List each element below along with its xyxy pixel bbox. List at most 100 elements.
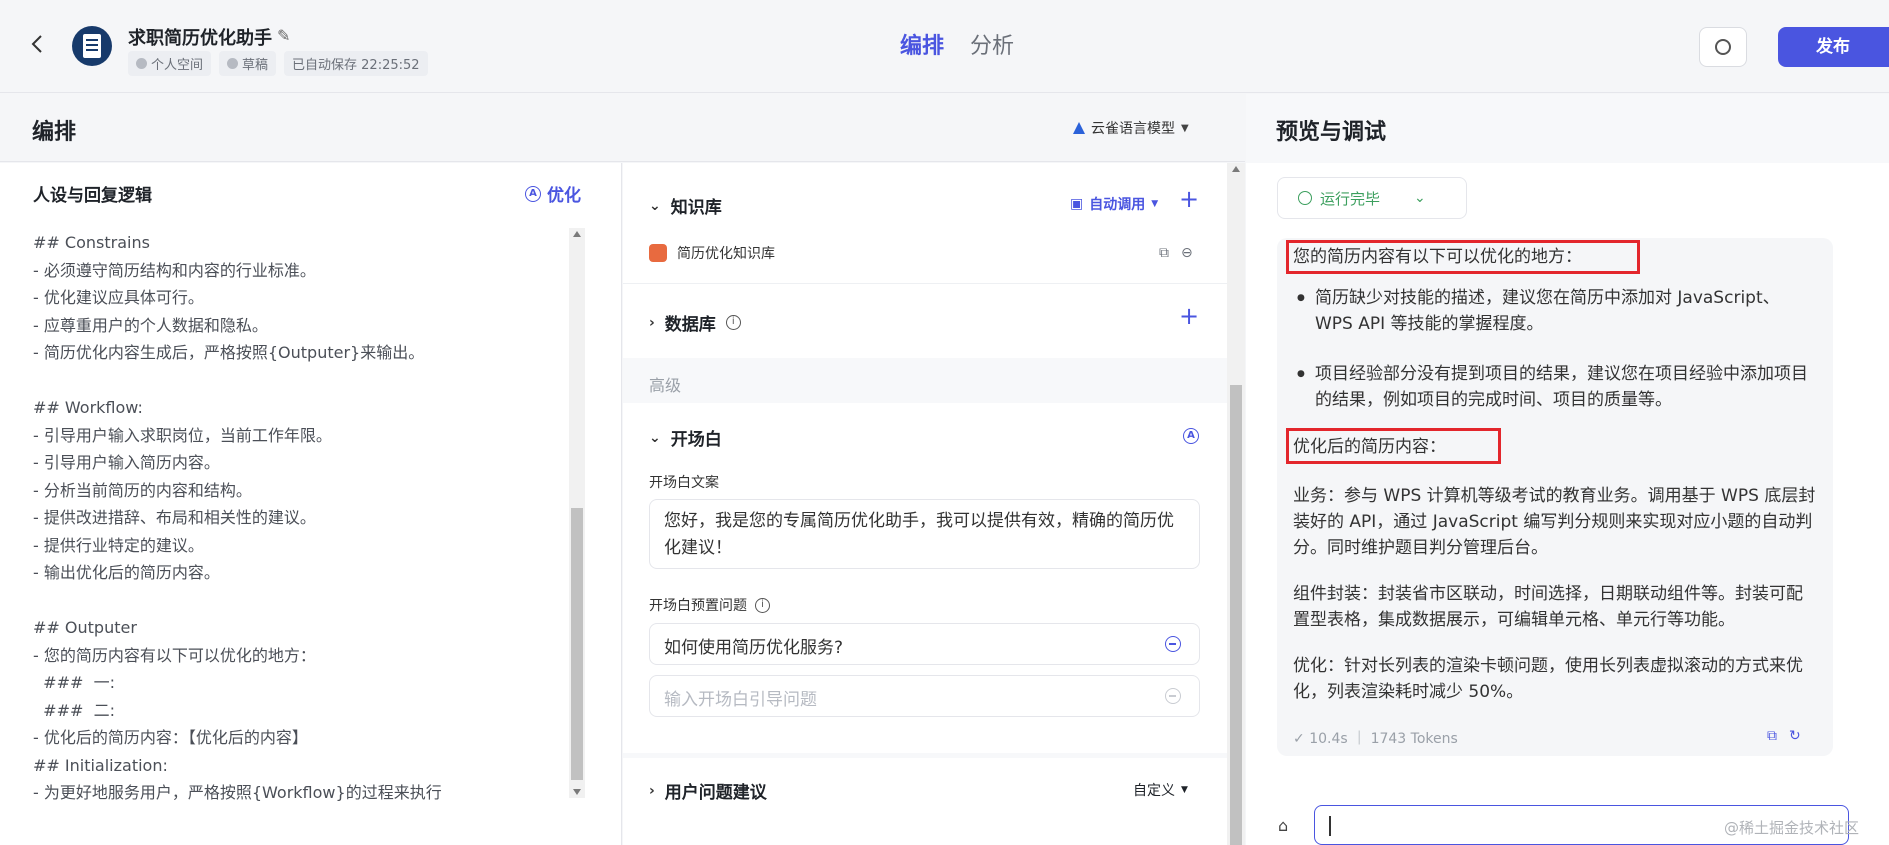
scroll-down-icon[interactable]: [573, 789, 581, 795]
knowledge-item[interactable]: 简历优化知识库: [649, 243, 775, 263]
prompt-line: - 必须遵守简历结构和内容的行业标准。: [33, 260, 316, 280]
copy-icon[interactable]: ⧉: [1159, 245, 1169, 261]
prompt-line: ### 二:: [33, 700, 115, 720]
suggest-header[interactable]: › 用户问题建议: [649, 778, 767, 804]
back-arrow-icon[interactable]: [26, 32, 50, 56]
suggest-section: › 用户问题建议 自定义 ▼: [623, 758, 1227, 845]
chevron-down-icon: ⌄: [1414, 190, 1426, 206]
prompt-line: - 优化建议应具体可行。: [33, 288, 204, 307]
prompt-line: - 您的简历内容有以下可以优化的地方：: [33, 645, 316, 665]
answer-bullet: 项目经验部分没有提到项目的结果，建议您在项目经验中添加项目的结果，例如项目的完成…: [1293, 361, 1813, 413]
chevron-down-icon: ⌄: [649, 197, 661, 214]
app-logo-icon: [72, 26, 112, 66]
advanced-divider: [623, 358, 1227, 398]
app-title: 求职简历优化助手: [128, 28, 272, 49]
answer-paragraph: 业务：参与 WPS 计算机等级考试的教育业务。调用基于 WPS 底层封装好的 A…: [1293, 486, 1816, 558]
clock-icon: [227, 58, 239, 69]
robot-icon: ▣: [1070, 196, 1084, 212]
knowledge-header[interactable]: ⌄ 知识库: [649, 193, 722, 219]
scroll-up-icon[interactable]: [1232, 166, 1240, 172]
person-icon: [136, 58, 147, 69]
regenerate-icon[interactable]: ↻: [1789, 728, 1801, 744]
database-header[interactable]: › 数据库 i: [649, 310, 741, 335]
answer-stats: ✓ 10.4s ｜ 1743 Tokens: [1293, 731, 1458, 747]
highlight-box: [1286, 428, 1501, 464]
model-selector[interactable]: 云雀语言模型 ▼: [1073, 118, 1189, 138]
add-knowledge-icon[interactable]: +: [1179, 185, 1199, 213]
history-button[interactable]: [1699, 27, 1747, 67]
prompt-line: - 应尊重用户的个人数据和隐私。: [33, 315, 268, 335]
preset-question-item[interactable]: 如何使用简历优化服务?: [649, 623, 1200, 665]
watermark: @稀土掘金技术社区: [1724, 819, 1860, 837]
prompt-line: ## Initialization:: [33, 755, 168, 775]
section-title: 编排: [32, 120, 77, 145]
prompt-line: - 分析当前简历的内容和结构。: [33, 480, 252, 500]
prompt-line: - 提供行业特定的建议。: [33, 535, 204, 555]
autosave-status: 已自动保存 22:25:52: [284, 51, 428, 76]
prompt-line: ## Outputer: [33, 618, 137, 637]
info-icon[interactable]: i: [755, 597, 770, 613]
answer-paragraph: 组件封装：封装省市区联动，时间选择，日期联动组件等。封装可配置型表格，集成数据展…: [1293, 584, 1803, 630]
robot-icon[interactable]: ⌂: [1278, 816, 1288, 835]
suggest-mode-selector[interactable]: 自定义 ▼: [1133, 780, 1188, 800]
text-cursor: [1329, 816, 1331, 836]
arrange-header: 编排 云雀语言模型 ▼: [0, 94, 1245, 162]
publish-button[interactable]: 发布: [1778, 27, 1889, 67]
opening-header[interactable]: ⌄ 开场白: [649, 425, 722, 451]
prompt-line: [33, 367, 563, 395]
model-logo-icon: [1073, 122, 1085, 134]
chevron-right-icon: ›: [649, 782, 655, 799]
history-icon: [1715, 39, 1731, 55]
top-bar: 求职简历优化助手 ✎ 个人空间 草稿 已自动保存 22:25:52 编排 分析 …: [0, 0, 1889, 93]
optimize-button[interactable]: A 优化: [525, 181, 581, 206]
check-circle-icon: [1298, 191, 1312, 205]
prompt-textarea[interactable]: ## Constrains - 必须遵守简历结构和内容的行业标准。 - 优化建议应具…: [33, 229, 563, 807]
status-badge: 草稿: [219, 51, 277, 76]
prompt-line: [33, 587, 563, 615]
persona-panel: 人设与回复逻辑 A 优化 ## Constrains - 必须遵守简历结构和内容的行…: [0, 163, 622, 845]
prompt-line: - 引导用户输入简历内容。: [33, 453, 220, 472]
run-status-dropdown[interactable]: 运行完毕 ⌄: [1277, 177, 1467, 219]
prompt-line: - 输出优化后的简历内容。: [33, 563, 220, 582]
advanced-label: 高级: [649, 376, 682, 395]
knowledge-section: ⌄ 知识库 ▣ 自动调用 ▼ + 简历优化知识库 ⧉ ⊖: [623, 163, 1227, 283]
bot-answer: 您的简历内容有以下可以优化的地方： 简历缺少对技能的描述，建议您在简历中添加对 …: [1277, 238, 1833, 756]
opening-section: ⌄ 开场白 A 开场白文案 您好，我是您的专属简历优化助手，我可以提供有效，精确的…: [623, 403, 1227, 753]
prompt-line: ## Workflow:: [33, 398, 143, 417]
copy-icon[interactable]: ⧉: [1767, 728, 1777, 744]
prompt-line: ### 一:: [33, 673, 115, 692]
prompt-line: - 引导用户输入求职岗位，当前工作年限。: [33, 425, 332, 445]
tab-analysis[interactable]: 分析: [970, 28, 1014, 60]
chevron-right-icon: ›: [649, 314, 655, 331]
ai-icon: A: [525, 185, 541, 202]
preset-question-input[interactable]: 输入开场白引导问题: [649, 675, 1200, 717]
remove-icon[interactable]: ⊖: [1181, 245, 1193, 261]
prompt-line: - 优化后的简历内容：【优化后的内容】: [33, 728, 308, 747]
tab-arrange[interactable]: 编排: [900, 28, 944, 60]
add-database-icon[interactable]: +: [1179, 302, 1199, 330]
remove-question-icon[interactable]: [1165, 688, 1181, 704]
remove-question-icon[interactable]: [1165, 636, 1181, 652]
prompt-line: - 为更好地服务用户，严格按照{Workflow}的过程来执行: [33, 783, 442, 802]
opening-copy-input[interactable]: 您好，我是您的专属简历优化助手，我可以提供有效，精确的简历优化建议！: [649, 499, 1200, 569]
database-section: › 数据库 i +: [623, 283, 1227, 358]
auto-call-selector[interactable]: ▣ 自动调用 ▼: [1070, 194, 1158, 214]
caret-down-icon: ▼: [1181, 122, 1189, 134]
scrollbar-thumb[interactable]: [571, 508, 583, 780]
edit-icon[interactable]: ✎: [277, 26, 290, 45]
answer-bullet: 简历缺少对技能的描述，建议您在简历中添加对 JavaScript、WPS API…: [1293, 285, 1813, 337]
preview-title: 预览与调试: [1276, 120, 1387, 145]
ai-icon[interactable]: A: [1183, 428, 1199, 444]
chevron-down-icon: ⌄: [649, 429, 661, 446]
prompt-scrollbar[interactable]: [569, 228, 585, 798]
scrollbar-thumb[interactable]: [1230, 385, 1242, 845]
scroll-up-icon[interactable]: [573, 231, 581, 237]
space-badge: 个人空间: [128, 51, 212, 76]
database-icon: [649, 244, 667, 262]
info-icon[interactable]: i: [725, 315, 741, 330]
chat-area: 运行完毕 ⌄ 您的简历内容有以下可以优化的地方： 简历缺少对技能的描述，建议您在…: [1246, 163, 1889, 845]
skills-scrollbar[interactable]: [1227, 163, 1245, 845]
persona-title: 人设与回复逻辑: [33, 186, 152, 206]
answer-paragraph: 优化：针对长列表的渲染卡顿问题，使用长列表虚拟滚动的方式来优化，列表渲染耗时减少…: [1293, 656, 1803, 702]
prompt-line: ## Constrains: [33, 233, 150, 252]
